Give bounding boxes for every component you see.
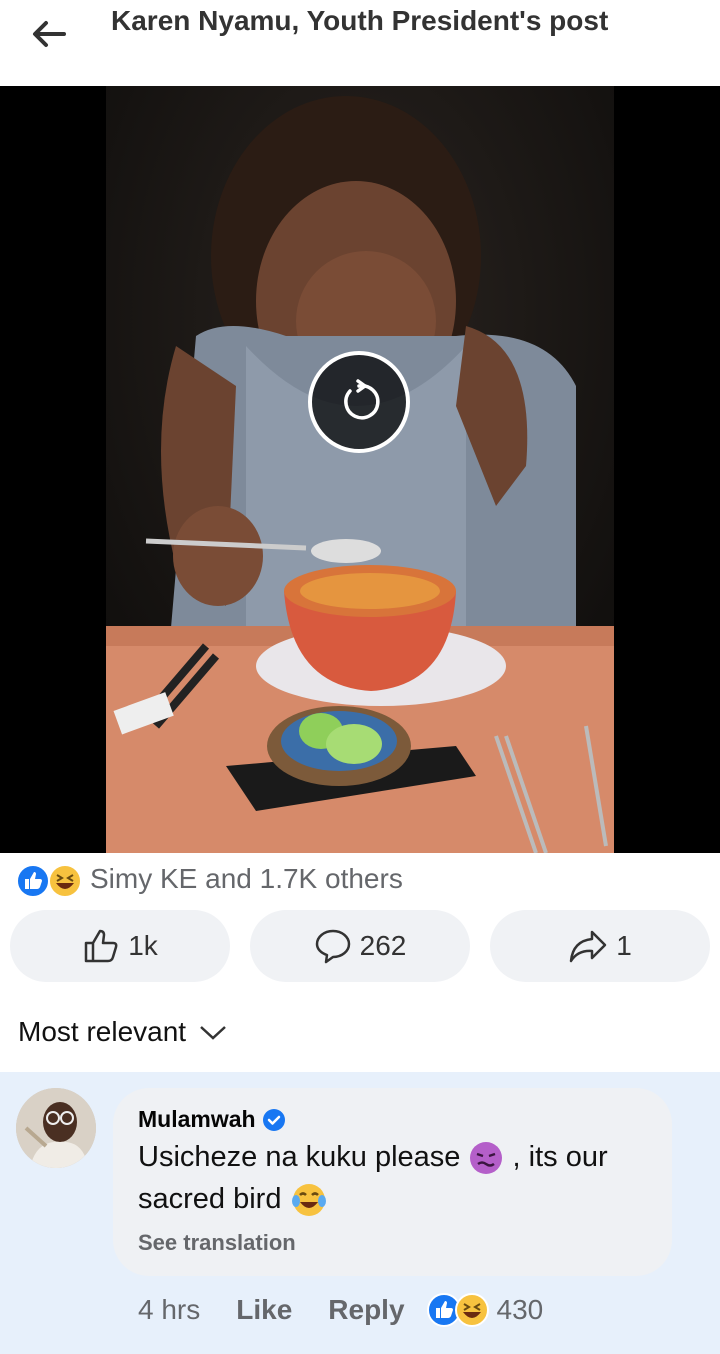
video-player[interactable] [0, 86, 720, 853]
comment-author-name: Mulamwah [138, 1106, 256, 1132]
like-count: 1k [128, 930, 158, 961]
comment-text: Usicheze na kuku please , its our sacred… [138, 1136, 658, 1220]
share-icon [569, 930, 607, 963]
video-frame [106, 86, 614, 853]
arrow-left-icon [33, 21, 66, 47]
like-button[interactable]: 1k [10, 910, 230, 982]
laugh-icon [48, 864, 82, 898]
comment-reaction-count: 430 [496, 1294, 544, 1325]
verified-badge-icon [262, 1108, 285, 1131]
comment-like-button[interactable]: Like [236, 1294, 292, 1326]
share-count: 1 [616, 930, 632, 961]
reaction-icons [14, 862, 86, 898]
replay-icon [344, 379, 380, 420]
replay-button[interactable] [308, 351, 410, 453]
laugh-icon [454, 1293, 489, 1327]
avatar[interactable] [16, 1088, 96, 1168]
woozy-face-emoji-icon [470, 1142, 503, 1175]
comment-count: 262 [359, 930, 407, 961]
post-header: Karen Nyamu, Youth President's post [0, 0, 720, 86]
sort-label: Most relevant [18, 1016, 187, 1047]
comment-meta: 4 hrs Like Reply 430 [138, 1288, 543, 1332]
share-button[interactable]: 1 [490, 910, 710, 982]
thumbs-up-icon [84, 929, 118, 963]
like-icon [16, 864, 50, 898]
comment-bubble[interactable]: Mulamwah Usicheze na kuku please , its o… [113, 1088, 672, 1276]
comment-button[interactable]: 262 [250, 910, 470, 982]
comment-author[interactable]: Mulamwah [138, 1106, 286, 1133]
comment-reaction-icons[interactable] [426, 1293, 491, 1327]
comment-timestamp: 4 hrs [138, 1294, 201, 1325]
comment-text-part-1: Usicheze na kuku please [138, 1141, 469, 1173]
comment-reply-button[interactable]: Reply [328, 1294, 404, 1326]
reactions-summary-text: Simy KE and 1.7K others [90, 863, 403, 894]
reactions-summary[interactable]: Simy KE and 1.7K others [14, 860, 403, 898]
see-translation-link[interactable]: See translation [138, 1230, 296, 1256]
video-still-image [106, 86, 614, 853]
tears-of-joy-emoji-icon [291, 1184, 326, 1217]
avatar-image [16, 1088, 96, 1168]
comment-sort-dropdown[interactable]: Most relevant [18, 1010, 228, 1054]
back-button[interactable] [26, 14, 70, 54]
chevron-down-icon [200, 1026, 226, 1040]
comment-icon [315, 929, 350, 964]
page-title: Karen Nyamu, Youth President's post [111, 5, 609, 36]
